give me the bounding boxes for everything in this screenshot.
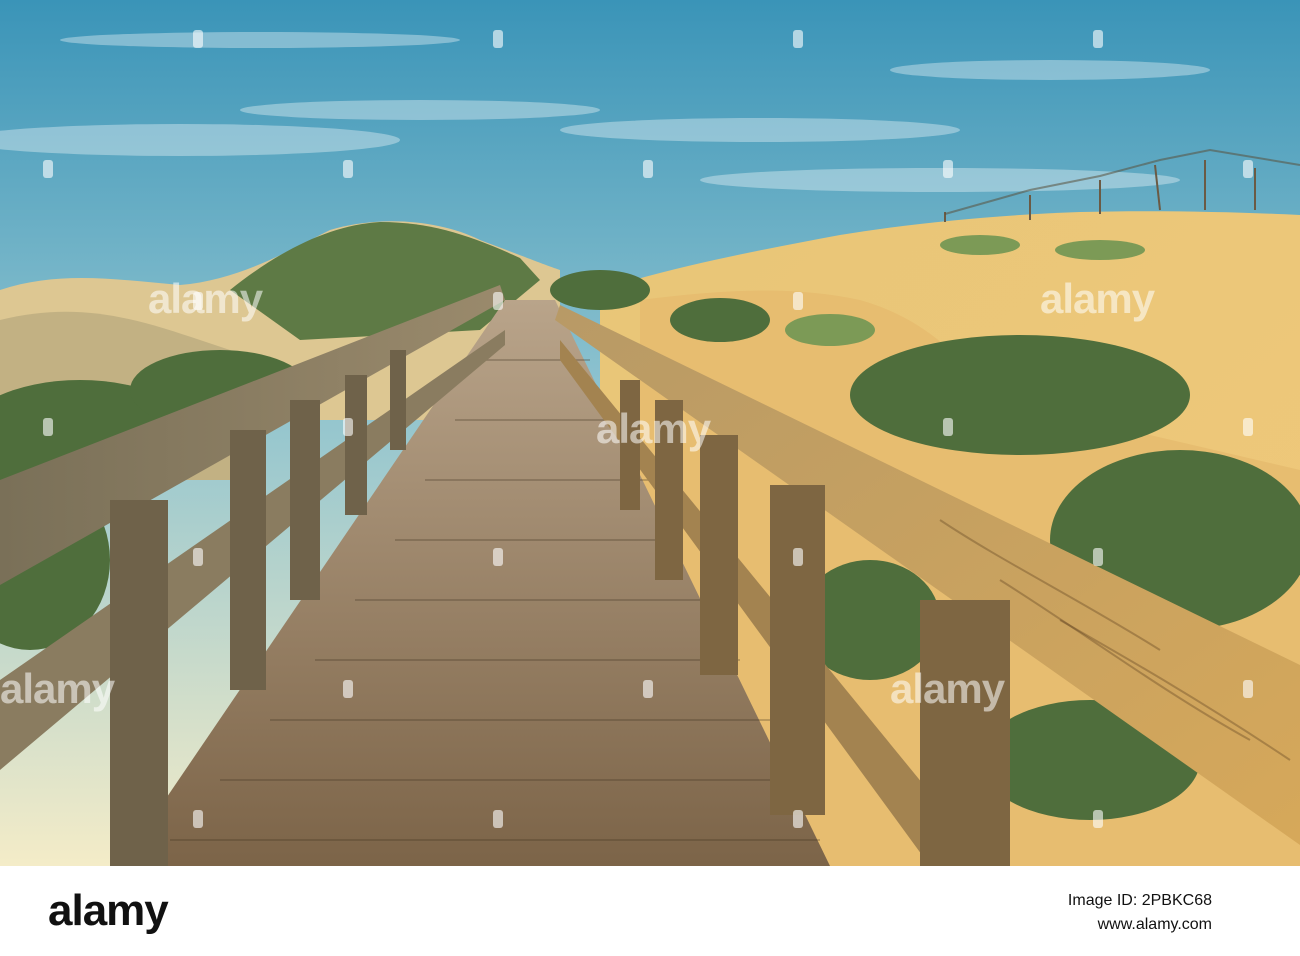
- alamy-logo: alamy: [48, 886, 169, 935]
- boardwalk-photo: alamy alamy alamy alamy alamy: [0, 0, 1300, 866]
- watermark-logo: alamy: [596, 405, 711, 452]
- site-url: www.alamy.com: [1097, 916, 1212, 933]
- watermark-logo: alamy: [1040, 275, 1155, 322]
- watermark-logo: alamy: [0, 665, 115, 712]
- watermark-logo: alamy: [890, 665, 1005, 712]
- image-id: Image ID: 2PBKC68: [1067, 892, 1212, 909]
- watermark-logo: alamy: [148, 275, 263, 322]
- stock-footer: alamy Image ID: 2PBKC68 www.alamy.com: [0, 866, 1300, 956]
